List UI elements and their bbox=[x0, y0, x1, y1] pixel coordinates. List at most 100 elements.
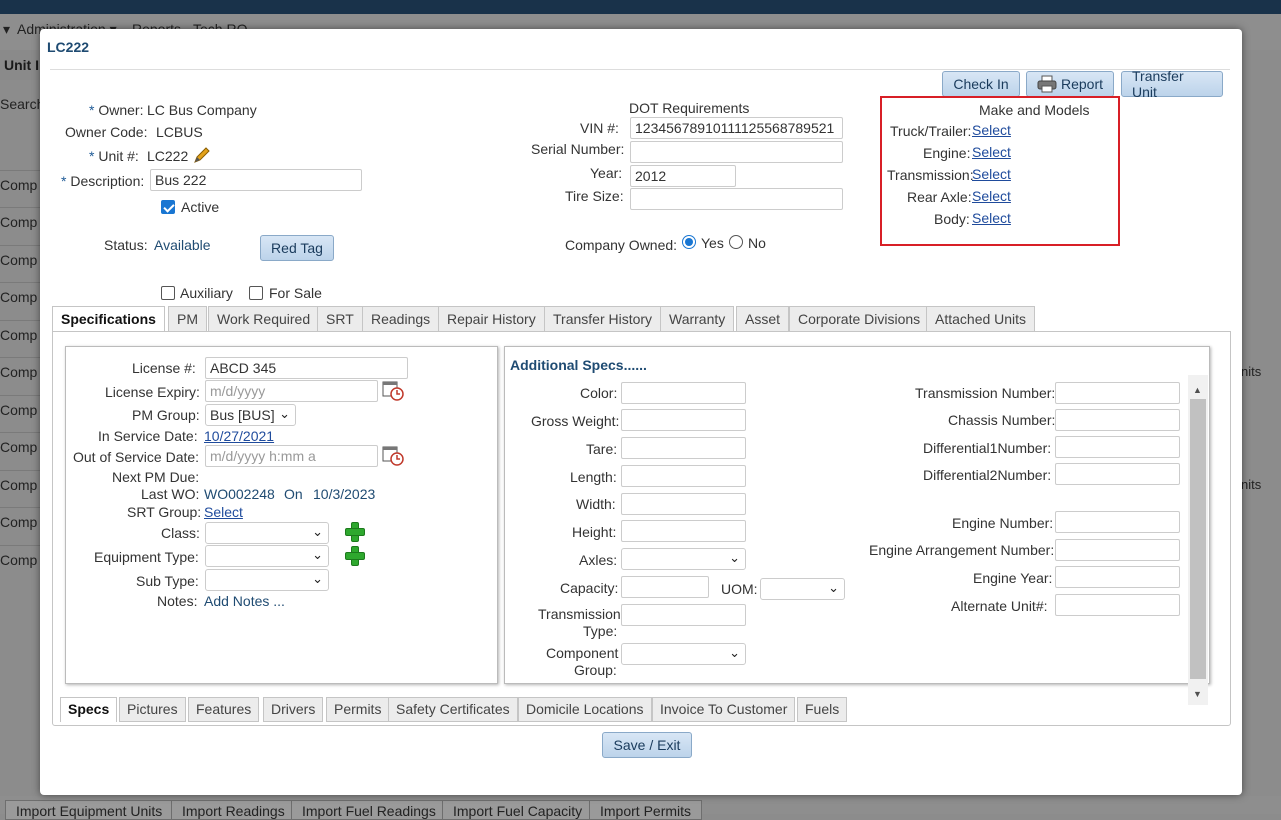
transmission-type-input[interactable] bbox=[621, 604, 746, 626]
for-sale-label: For Sale bbox=[269, 285, 322, 301]
transfer-unit-button[interactable]: Transfer Unit bbox=[1121, 68, 1223, 100]
for-sale-checkbox[interactable] bbox=[249, 286, 263, 300]
check-in-button[interactable]: Check In bbox=[942, 71, 1020, 97]
background-row: Comp bbox=[0, 170, 40, 207]
tab-specifications[interactable]: Specifications bbox=[52, 306, 165, 333]
subtab-drivers[interactable]: Drivers bbox=[263, 697, 324, 722]
tab-readings[interactable]: Readings bbox=[362, 306, 440, 332]
color-input[interactable] bbox=[621, 382, 746, 404]
sub-tabs: Specs Pictures Features Drivers Permits … bbox=[60, 697, 1210, 722]
unit-dialog: LC222 Check In Report Transfer Unit * Ow… bbox=[40, 29, 1242, 795]
bottom-tab[interactable]: Import Readings bbox=[171, 800, 296, 820]
in-service-date-link[interactable]: 10/27/2021 bbox=[204, 428, 274, 444]
auxiliary-checkbox[interactable] bbox=[161, 286, 175, 300]
last-wo-date: 10/3/2023 bbox=[313, 486, 376, 502]
component-group-select[interactable]: ⌄ bbox=[621, 643, 746, 665]
last-wo-on-label: On bbox=[284, 486, 303, 502]
engine-select-link[interactable]: Select bbox=[972, 144, 1011, 160]
differential1-number-input[interactable] bbox=[1055, 436, 1180, 458]
tare-input[interactable] bbox=[621, 437, 746, 459]
body-select-link[interactable]: Select bbox=[972, 210, 1011, 226]
subtab-safety-certificates[interactable]: Safety Certificates bbox=[388, 697, 518, 722]
owner-value: LC Bus Company bbox=[147, 102, 257, 118]
year-input[interactable]: 2012 bbox=[630, 165, 736, 187]
tab-repair-history[interactable]: Repair History bbox=[438, 306, 545, 332]
height-input[interactable] bbox=[621, 520, 746, 542]
alternate-unit-input[interactable] bbox=[1055, 594, 1180, 616]
transmission-select-link[interactable]: Select bbox=[972, 166, 1011, 182]
engine-arrangement-number-input[interactable] bbox=[1055, 539, 1180, 561]
chassis-number-input[interactable] bbox=[1055, 409, 1180, 431]
add-equipment-type-icon[interactable] bbox=[345, 546, 365, 566]
srt-group-select-link[interactable]: Select bbox=[204, 504, 243, 520]
capacity-input[interactable] bbox=[621, 576, 709, 598]
tire-size-input[interactable] bbox=[630, 188, 843, 210]
sub-type-select[interactable]: ⌄ bbox=[205, 569, 329, 591]
background-search-label: Search bbox=[0, 96, 45, 112]
bottom-tab[interactable]: Import Permits bbox=[589, 800, 703, 820]
dot-requirements-heading: DOT Requirements bbox=[629, 100, 750, 116]
subtab-features[interactable]: Features bbox=[188, 697, 260, 722]
engine-year-input[interactable] bbox=[1055, 566, 1180, 588]
subtab-domicile-locations[interactable]: Domicile Locations bbox=[518, 697, 652, 722]
tab-asset[interactable]: Asset bbox=[736, 306, 790, 332]
tab-warranty[interactable]: Warranty bbox=[660, 306, 735, 332]
tab-pm[interactable]: PM bbox=[168, 306, 207, 332]
red-tag-button[interactable]: Red Tag bbox=[260, 235, 334, 261]
additional-specs-scrollbar[interactable]: ▲ ▼ bbox=[1188, 375, 1208, 705]
width-input[interactable] bbox=[621, 493, 746, 515]
subtab-specs[interactable]: Specs bbox=[60, 697, 118, 722]
axles-select[interactable]: ⌄ bbox=[621, 548, 746, 570]
uom-select[interactable]: ⌄ bbox=[760, 578, 845, 600]
sub-type-label: Sub Type: bbox=[136, 573, 199, 589]
gross-weight-input[interactable] bbox=[621, 409, 746, 431]
subtab-pictures[interactable]: Pictures bbox=[119, 697, 186, 722]
tab-srt[interactable]: SRT bbox=[317, 306, 363, 332]
class-select[interactable]: ⌄ bbox=[205, 522, 329, 544]
tab-corporate-divisions[interactable]: Corporate Divisions bbox=[789, 306, 930, 332]
transmission-number-input[interactable] bbox=[1055, 382, 1180, 404]
background-row: Comp bbox=[0, 432, 40, 469]
description-input[interactable]: Bus 222 bbox=[150, 169, 362, 191]
chevron-down-icon: ⌄ bbox=[729, 645, 740, 660]
report-button-label: Report bbox=[1060, 76, 1103, 92]
pm-group-select[interactable]: Bus [BUS] ⌄ bbox=[205, 404, 296, 426]
company-owned-yes-radio[interactable] bbox=[682, 235, 696, 249]
class-label: Class: bbox=[161, 525, 200, 541]
rear-axle-select-link[interactable]: Select bbox=[972, 188, 1011, 204]
bottom-tab[interactable]: Import Equipment Units bbox=[5, 800, 174, 820]
save-exit-button[interactable]: Save / Exit bbox=[602, 732, 692, 758]
engine-number-input[interactable] bbox=[1055, 511, 1180, 533]
calendar-clock-icon[interactable] bbox=[382, 444, 404, 466]
add-class-icon[interactable] bbox=[345, 522, 365, 542]
edit-pencil-icon[interactable] bbox=[192, 145, 212, 165]
chevron-down-icon: ⌄ bbox=[828, 580, 839, 595]
add-notes-link[interactable]: Add Notes ... bbox=[204, 593, 285, 609]
equipment-type-select[interactable]: ⌄ bbox=[205, 545, 329, 567]
subtab-invoice-to-customer[interactable]: Invoice To Customer bbox=[652, 697, 796, 722]
tab-transfer-history[interactable]: Transfer History bbox=[544, 306, 662, 332]
background-row: Comp bbox=[0, 395, 40, 432]
report-button[interactable]: Report bbox=[1026, 71, 1114, 97]
company-owned-no-radio[interactable] bbox=[729, 235, 743, 249]
tab-work-required[interactable]: Work Required bbox=[208, 306, 320, 332]
active-checkbox[interactable] bbox=[161, 200, 175, 214]
scroll-up-arrow-icon[interactable]: ▲ bbox=[1193, 385, 1202, 395]
additional-specs-heading: Additional Specs...... bbox=[510, 357, 647, 373]
differential2-number-input[interactable] bbox=[1055, 463, 1180, 485]
truck-trailer-select-link[interactable]: Select bbox=[972, 122, 1011, 138]
out-of-service-date-input[interactable]: m/d/yyyy h:mm a bbox=[205, 445, 378, 467]
bottom-tab[interactable]: Import Fuel Readings bbox=[291, 800, 447, 820]
license-input[interactable]: ABCD 345 bbox=[205, 357, 408, 379]
serial-number-input[interactable] bbox=[630, 141, 843, 163]
license-expiry-input[interactable]: m/d/yyyy bbox=[205, 380, 378, 402]
scrollbar-thumb[interactable] bbox=[1190, 399, 1206, 679]
differential1-number-label: Differential1Number: bbox=[923, 440, 1052, 456]
bottom-tab[interactable]: Import Fuel Capacity bbox=[442, 800, 594, 820]
vin-input[interactable]: 12345678910111125568789521 bbox=[630, 117, 843, 139]
subtab-fuels[interactable]: Fuels bbox=[797, 697, 848, 722]
tab-attached-units[interactable]: Attached Units bbox=[926, 306, 1036, 332]
calendar-icon[interactable] bbox=[382, 379, 404, 401]
subtab-permits[interactable]: Permits bbox=[326, 697, 390, 722]
length-input[interactable] bbox=[621, 465, 746, 487]
